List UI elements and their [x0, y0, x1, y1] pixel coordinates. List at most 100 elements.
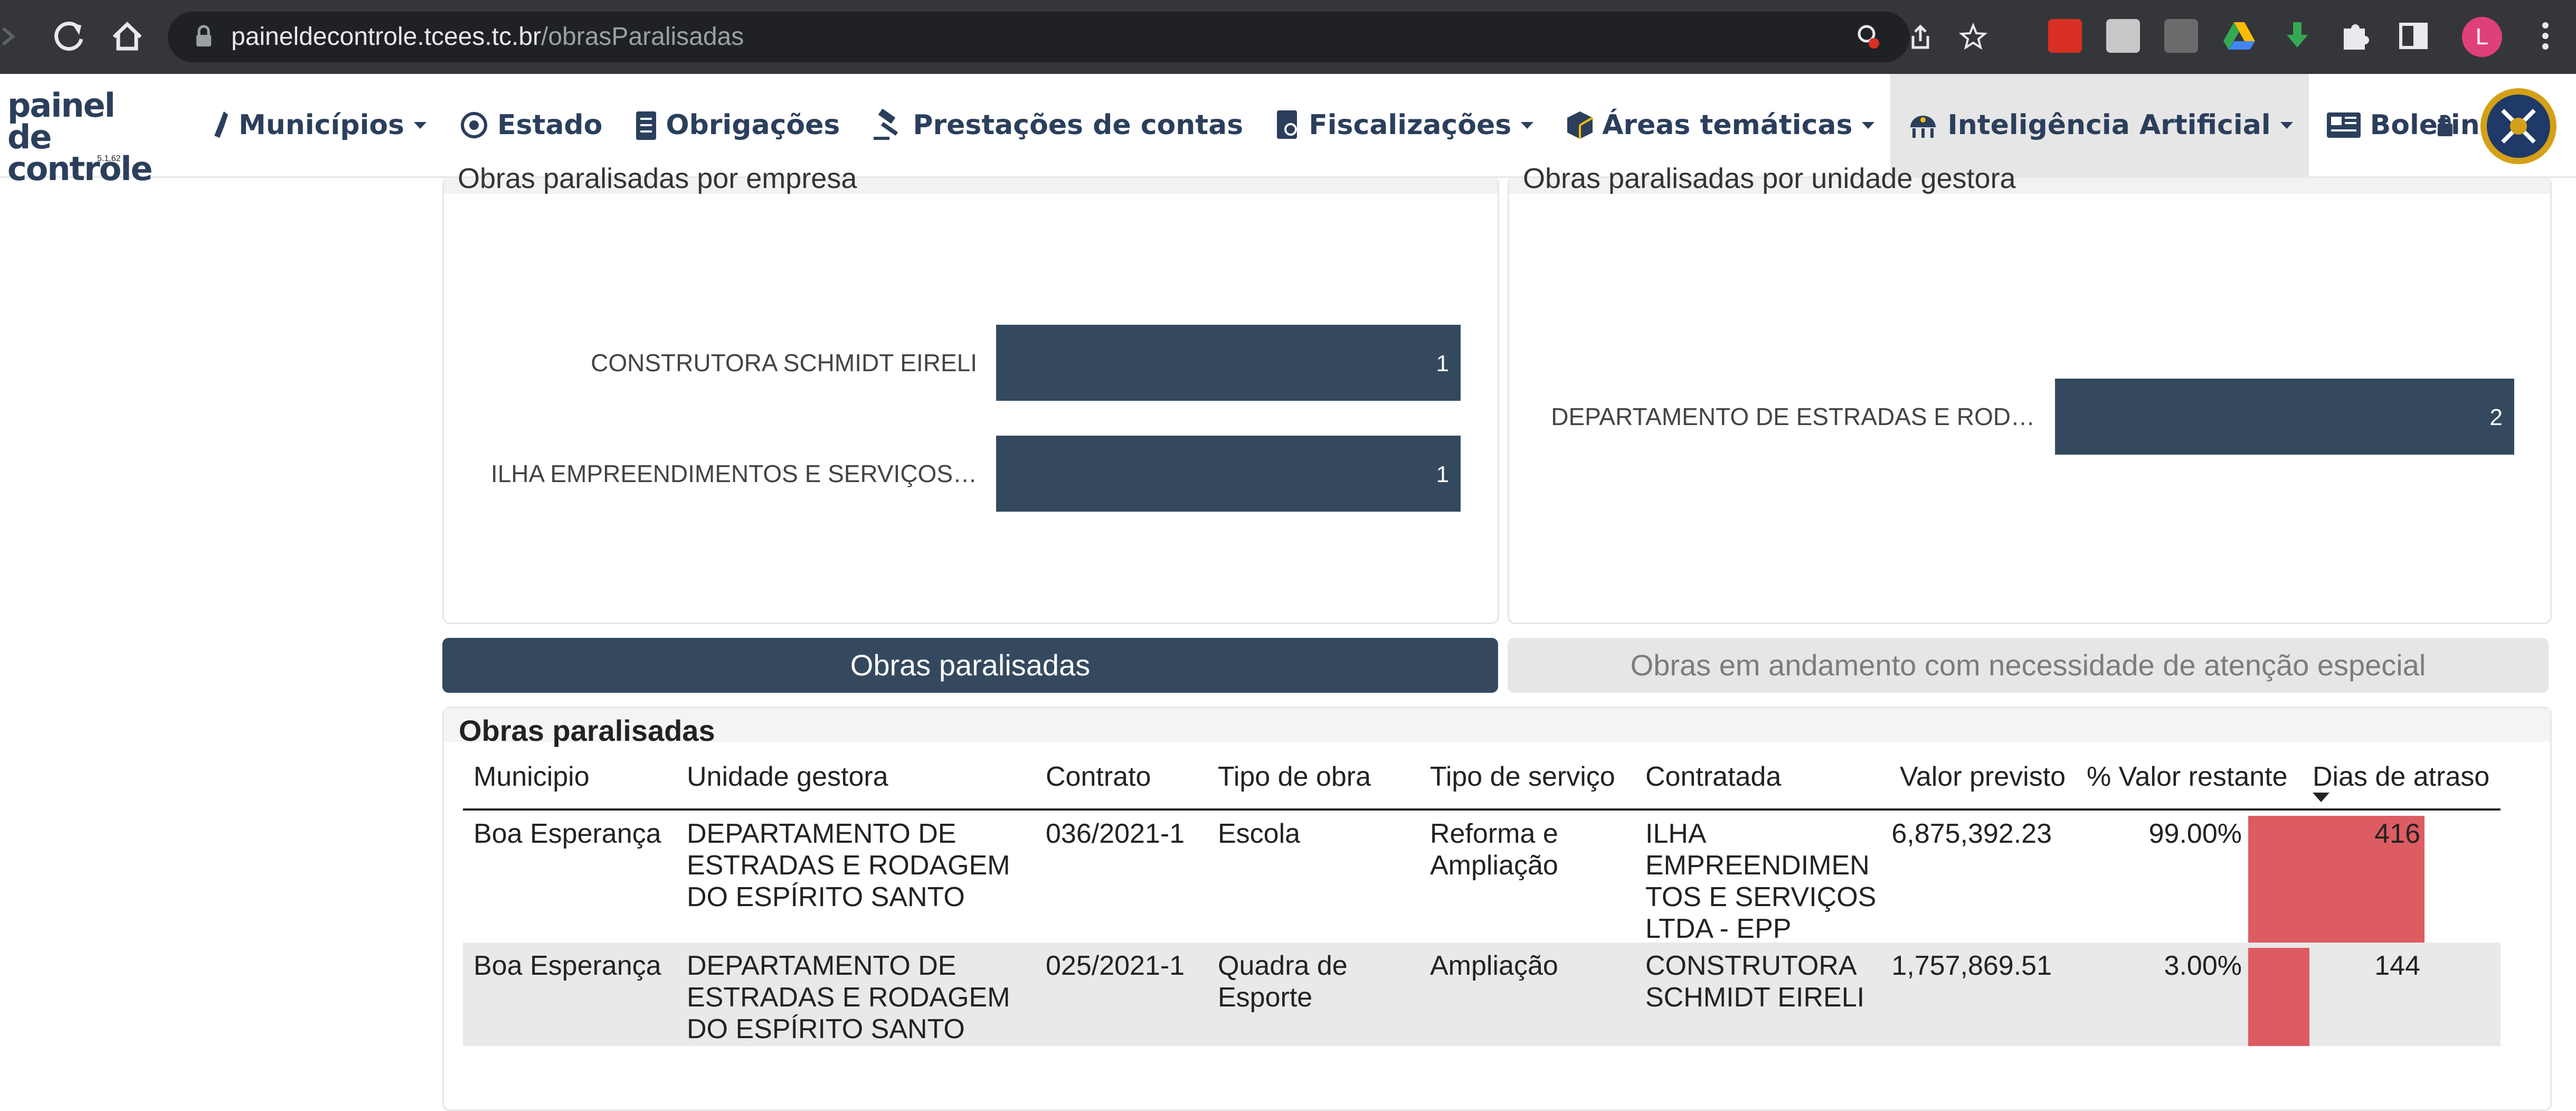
tab-obras-atencao-especial[interactable]: Obras em andamento com necessidade de at…	[1508, 638, 2549, 693]
bar[interactable]	[996, 325, 1461, 401]
reload-icon[interactable]	[45, 13, 93, 60]
menu-estado[interactable]: Estado	[442, 74, 618, 176]
side-panel-icon[interactable]	[2397, 19, 2430, 53]
extension-icon[interactable]	[2164, 19, 2198, 53]
cell-dias-atraso: 416	[2374, 818, 2420, 849]
tcees-seal-icon[interactable]	[2479, 87, 2558, 166]
cell-contratada: CONSTRUTORA SCHMIDT EIRELI	[1645, 950, 1865, 1013]
chevron-down-icon	[413, 121, 427, 129]
table-obras-paralisadas: Obras paralisadas Municipio Unidade gest…	[442, 707, 2552, 1111]
newspaper-icon	[2326, 112, 2361, 138]
gavel-icon	[874, 108, 898, 140]
url-path: /obrasParalisadas	[541, 23, 744, 51]
bar-value-label: 1	[1436, 462, 1449, 487]
menu-estado-label: Estado	[497, 109, 603, 141]
address-bar[interactable]: paineldecontrole.tcees.tc.br/obrasParali…	[168, 12, 1988, 62]
chart-obras-por-empresa: CONSTRUTORA SCHMIDT EIRELI 1 ILHA EMPREEND…	[491, 325, 1461, 512]
profile-avatar[interactable]: L	[2462, 17, 2502, 57]
menu-boletins-label: Boletins	[2370, 109, 2496, 141]
column-header-municipio[interactable]: Municipio	[473, 761, 590, 793]
brand-line2: controle	[7, 149, 153, 188]
column-header-contrato[interactable]: Contrato	[1046, 761, 1151, 793]
bar-category-label: DEPARTAMENTO DE ESTRADAS E ROD…	[1551, 403, 2035, 430]
menu-areas-label: Áreas temáticas	[1602, 109, 1853, 141]
cell-unidade: DEPARTAMENTO DE ESTRADAS E RODAGEM DO ESPÍ…	[687, 950, 1010, 1044]
app-version: 5.1.62	[97, 154, 121, 163]
app-navbar: painel de controle 5.1.62 Municípios Est…	[0, 74, 2576, 185]
flipboard-extension-icon[interactable]	[2048, 19, 2082, 53]
bar-category-label: CONSTRUTORA SCHMIDT EIRELI	[591, 349, 977, 376]
share-icon[interactable]	[1905, 21, 1936, 53]
cell-contrato: 036/2021-1	[1046, 818, 1185, 849]
menu-obrigacoes[interactable]: Obrigações	[618, 74, 856, 176]
bookmark-star-icon[interactable]	[1957, 21, 1989, 53]
bar-category-label: ILHA EMPREENDIMENTOS E SERVIÇOS…	[491, 460, 977, 487]
cell-dias-atraso: 144	[2374, 950, 2420, 981]
column-header-dias-atraso[interactable]: Dias de atraso	[2313, 761, 2489, 793]
menu-fiscalizacoes[interactable]: Fiscalizações	[1259, 74, 1549, 176]
cell-municipio: Boa Esperança	[473, 950, 661, 981]
brand-line1: painel de	[7, 86, 116, 156]
download-icon[interactable]	[2280, 19, 2314, 53]
chevron-down-icon	[2280, 121, 2293, 129]
cell-valor-previsto: 1,757,869.51	[1891, 950, 2052, 981]
cube-icon	[1567, 111, 1594, 139]
cell-contrato: 025/2021-1	[1046, 950, 1185, 981]
bar-value-label: 1	[1436, 351, 1449, 376]
chart-obras-por-unidade: DEPARTAMENTO DE ESTRADAS E ROD… 2	[1551, 379, 2514, 455]
puzzle-extensions-icon[interactable]	[2338, 19, 2372, 53]
sort-desc-icon[interactable]	[2313, 793, 2329, 802]
checklist-icon	[636, 111, 657, 140]
cell-tipo-obra: Escola	[1218, 818, 1301, 849]
brand-logo[interactable]: painel de controle	[7, 86, 155, 188]
table-title: Obras paralisadas	[459, 714, 715, 747]
bar[interactable]	[996, 436, 1461, 512]
menu-municipios-label: Municípios	[239, 109, 404, 141]
municipio-icon	[214, 111, 228, 138]
document-search-icon	[1277, 110, 1298, 139]
cell-tipo-servico: Ampliação	[1430, 950, 1558, 981]
menu-ia-label: Inteligência Artificial	[1947, 109, 2271, 141]
location-blocked-icon[interactable]	[1852, 21, 1883, 53]
column-header-valor-previsto[interactable]: Valor previsto	[1900, 761, 2066, 793]
table-row[interactable]: Boa Esperança DEPARTAMENTO DE ESTRADAS E R…	[463, 811, 2501, 944]
table-row[interactable]: Boa Esperança DEPARTAMENTO DE ESTRADAS E R…	[463, 943, 2501, 1046]
extension-icon[interactable]	[2106, 19, 2140, 53]
more-vert-icon[interactable]	[2528, 19, 2562, 53]
google-drive-icon[interactable]	[2222, 19, 2256, 53]
cell-valor-previsto: 6,875,392.23	[1891, 818, 2052, 849]
forward-icon[interactable]	[0, 13, 48, 60]
menu-municipios[interactable]: Municípios	[194, 74, 442, 176]
tab-obras-paralisadas[interactable]: Obras paralisadas	[442, 638, 1498, 693]
cell-valor-restante: 99.00%	[2148, 818, 2242, 849]
chevron-down-icon	[1862, 121, 1875, 129]
home-icon[interactable]	[103, 13, 151, 60]
main-menu: Municípios Estado Obrigações Prestações …	[194, 74, 2512, 176]
menu-prestacoes[interactable]: Prestações de contas	[856, 74, 1259, 176]
menu-inteligencia-artificial[interactable]: Inteligência Artificial	[1890, 74, 2309, 176]
url-domain: paineldecontrole.tcees.tc.br	[231, 23, 542, 51]
column-header-tipo-servico[interactable]: Tipo de serviço	[1430, 761, 1615, 793]
panel-obras-por-unidade: Obras paralisadas por unidade gestora DE…	[1508, 163, 2552, 624]
url-text: paineldecontrole.tcees.tc.br/obrasParali…	[231, 12, 744, 62]
browser-toolbar: paineldecontrole.tcees.tc.br/obrasParali…	[0, 0, 2576, 74]
chevron-down-icon	[1521, 121, 1534, 129]
column-header-valor-restante[interactable]: % Valor restante	[2087, 761, 2288, 793]
column-header-unidade[interactable]: Unidade gestora	[687, 761, 888, 793]
column-header-contratada[interactable]: Contratada	[1645, 761, 1781, 793]
menu-fiscalizacoes-label: Fiscalizações	[1309, 109, 1512, 141]
table-header-bar	[444, 708, 2550, 742]
cell-contratada: ILHA EMPREENDIMEN TOS E SERVIÇOS LTDA - EPP	[1645, 818, 1877, 944]
column-header-tipo-obra[interactable]: Tipo de obra	[1218, 761, 1371, 793]
estado-icon	[460, 112, 487, 138]
bar[interactable]	[2055, 379, 2514, 455]
panel-obras-por-empresa: Obras paralisadas por empresa CONSTRUTOR…	[442, 163, 1499, 624]
cell-unidade: DEPARTAMENTO DE ESTRADAS E RODAGEM DO ESPÍ…	[687, 818, 1010, 912]
lock-icon	[196, 25, 211, 46]
menu-prestacoes-label: Prestações de contas	[913, 109, 1244, 141]
login-lock-icon[interactable]	[2435, 113, 2456, 139]
cell-valor-restante: 3.00%	[2164, 950, 2242, 981]
menu-areas-tematicas[interactable]: Áreas temáticas	[1549, 74, 1890, 176]
cell-municipio: Boa Esperança	[473, 818, 661, 849]
cell-tipo-obra: Quadra de Esporte	[1218, 950, 1348, 1013]
